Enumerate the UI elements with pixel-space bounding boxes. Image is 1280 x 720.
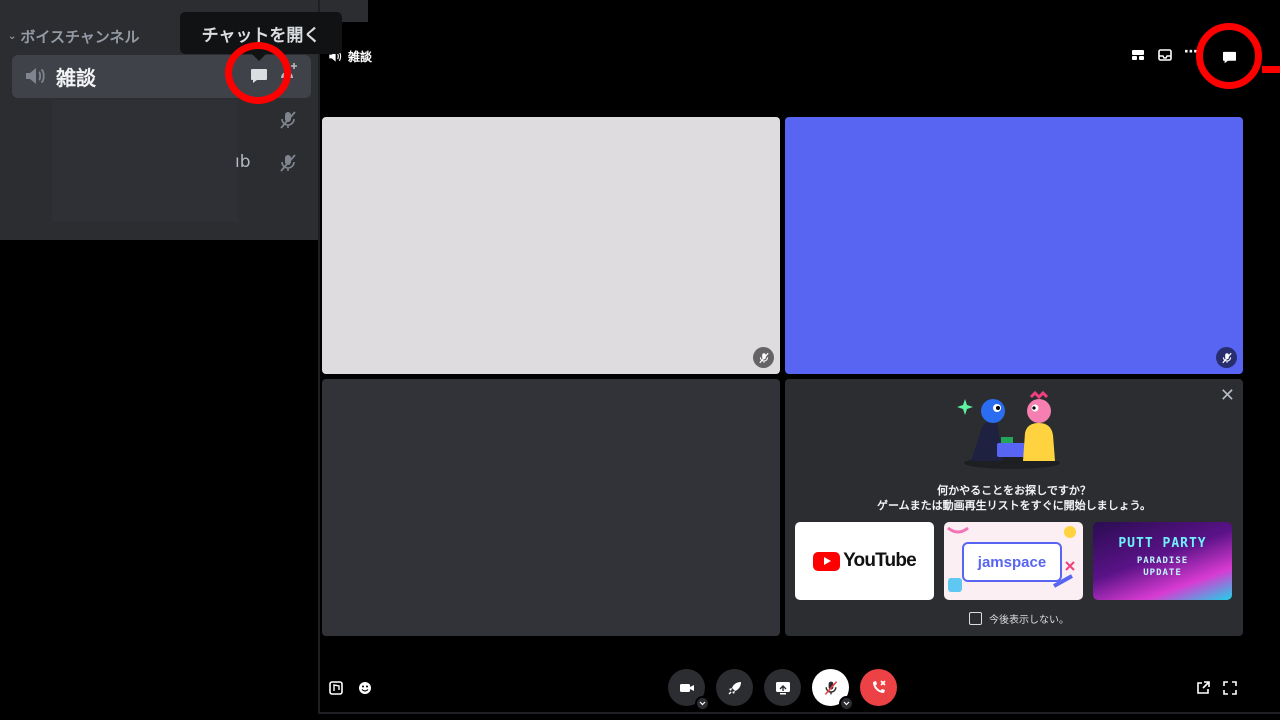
highlight-ring-sidebar [225,42,291,104]
main-divider [318,0,320,720]
putt-party-sub2: UPDATE [1143,568,1182,578]
screen-share-button[interactable] [764,669,801,706]
activity-card-putt-party[interactable]: PUTT PARTY PARADISE UPDATE [1093,522,1232,600]
putt-party-title: PUTT PARTY [1118,536,1207,551]
activity-launch-button[interactable] [716,669,753,706]
emoji-icon[interactable] [358,680,372,699]
fullscreen-icon[interactable] [1223,680,1237,699]
voice-channel-name: 雑談 [56,66,96,90]
dont-show-again[interactable]: 今後表示しない。 [969,611,1069,626]
close-icon[interactable]: ✕ [1220,385,1235,406]
microphone-toggle-button[interactable] [812,669,854,711]
voice-category-label: ボイスチャンネル [20,28,140,46]
member-list-placeholder [52,100,238,222]
screen-share-icon [775,681,790,694]
highlight-ring-tail [1262,66,1280,73]
video-tile-participant-2[interactable] [785,117,1243,374]
camera-button[interactable] [668,669,710,711]
mic-muted-icon [278,110,298,134]
mic-muted-icon [1216,347,1237,368]
highlight-ring-header [1196,23,1262,89]
activities-tile: ✕ 何かやることをお探しですか？ ゲームまたは動画再生リストをすぐに開始しましょ… [785,379,1243,636]
rocket-icon [727,681,741,695]
mic-muted-icon [278,153,298,177]
camera-icon [679,683,694,692]
mic-muted-icon [824,680,837,695]
activities-title: 何かやることをお探しですか？ [937,484,1091,497]
youtube-play-icon [813,551,841,571]
video-tile-participant-1[interactable] [322,117,780,374]
video-tile-participant-3[interactable] [322,379,780,636]
dont-show-checkbox[interactable] [969,612,982,625]
disconnect-button[interactable] [860,669,897,706]
chevron-down-icon: ⌄ [8,31,17,42]
inbox-icon[interactable] [1158,47,1172,66]
mic-options-chevron-icon[interactable] [839,696,854,711]
soundboard-icon[interactable] [329,680,343,699]
popout-icon[interactable] [1196,680,1210,699]
activity-card-youtube[interactable]: YouTube [795,522,934,600]
jamspace-logo: jamspace [962,542,1062,582]
activity-illustration [953,390,1071,479]
member-name-fragment: ıb [235,152,251,172]
call-channel-name: 雑談 [348,50,373,64]
mic-muted-icon [753,347,774,368]
phone-hangup-icon [873,680,886,693]
grid-layout-icon[interactable] [1131,47,1145,66]
activity-card-jamspace[interactable]: jamspace [944,522,1083,600]
putt-party-sub1: PARADISE [1136,556,1189,566]
activities-subtitle: ゲームまたは動画再生リストをすぐに開始しましょう。 [876,499,1151,512]
voice-category-header[interactable]: ⌄ ボイスチャンネル [8,26,140,47]
youtube-wordmark: YouTube [843,550,917,571]
window-bottom-edge [318,712,1280,720]
dont-show-label: 今後表示しない。 [989,615,1069,626]
camera-options-chevron-icon[interactable] [695,696,710,711]
speaker-icon [24,66,46,90]
